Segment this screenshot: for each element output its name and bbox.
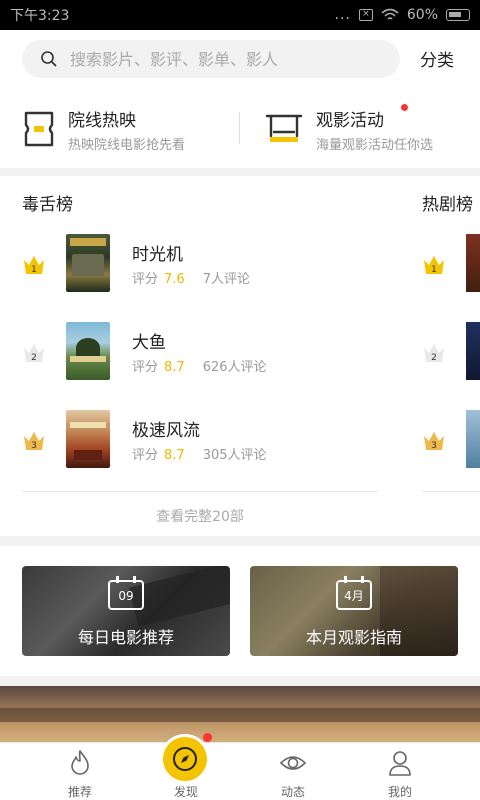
bronze-crown-icon: 3 [424,432,444,451]
tab-bar: 推荐 发现 动态 我的 [0,742,480,800]
ranking-divider [422,491,480,492]
rank-number: 2 [31,353,37,363]
search-input[interactable] [70,49,370,69]
calendar-icon: 4月 [336,576,372,610]
movie-title: 极速风流 [132,421,200,441]
silver-crown-icon: 2 [24,344,44,363]
wifi-icon [381,8,399,20]
movie-meta: 评分 8.7 626人评论 [132,356,267,375]
signal-dots-icon: ... [334,7,351,23]
tab-recommend-label: 推荐 [67,785,92,799]
eye-icon [279,756,307,770]
ranking-divider [22,491,378,492]
drama-poster[interactable] [466,322,480,380]
monthly-guide-label: 本月观影指南 [305,628,402,647]
review-count: 626人评论 [202,360,267,375]
no-sim-icon: × [358,9,373,21]
tab-mine-label: 我的 [387,785,412,799]
top-card: 分类 院线热映 热映院线电影抢先看 观影活动 海量观影活动任你选 [0,30,480,168]
search-box[interactable] [22,40,400,78]
silver-crown-icon: 2 [424,344,444,363]
ranking-row-1[interactable]: 1 时光机 评分 7.6 7人评论 [22,234,378,292]
rankings-card: 毒舌榜 热剧榜 1 时光机 评分 7.6 7人评论 2 大鱼 评分 8.7 626人评论… [0,176,480,536]
movie-title: 时光机 [132,245,183,265]
discover-badge-dot [203,733,212,742]
svg-text:3: 3 [431,441,437,451]
activity-badge-dot [401,104,408,111]
monthly-guide-card[interactable]: 4月 本月观影指南 [250,566,458,656]
compass-icon [173,747,197,771]
tab-feed-label: 动态 [280,785,305,799]
bronze-crown-icon: 3 [24,432,44,451]
screen-icon [265,114,303,142]
view-all-link[interactable]: 查看完整20部 [22,506,378,526]
movie-meta: 评分 7.6 7人评论 [132,268,250,287]
gold-crown-icon: 1 [424,256,444,275]
movie-poster[interactable] [66,410,110,468]
poison-tongue-ranking-title[interactable]: 毒舌榜 [22,190,73,215]
rank-number: 3 [31,441,37,451]
status-bar: 下午3:23 ... × 60% [0,0,480,30]
ticket-icon [24,111,54,147]
tab-recommend[interactable]: 推荐 [32,743,128,800]
calendar-icon: 09 [108,576,144,610]
cinema-hot-title: 院线热映 [68,110,136,131]
gold-crown-icon: 1 [24,256,44,275]
tab-discover-label: 发现 [173,785,198,799]
cinema-hot-entry[interactable]: 院线热映 热映院线电影抢先看 [22,104,185,154]
banner-image[interactable] [0,686,480,742]
drama-poster[interactable] [466,234,480,292]
ranking-row-2[interactable]: 2 大鱼 评分 8.7 626人评论 [22,322,378,380]
status-time: 下午3:23 [10,8,70,24]
user-icon [389,751,411,776]
tab-mine[interactable]: 我的 [352,743,448,800]
category-button[interactable]: 分类 [420,46,454,71]
score-label: 评分 [132,272,159,287]
hot-drama-ranking-title[interactable]: 热剧榜 [422,190,473,215]
svg-text:1: 1 [431,265,437,275]
rank-number: 1 [31,265,37,275]
entry-divider [239,112,240,144]
review-count: 305人评论 [202,448,267,463]
battery-icon [446,9,470,21]
score-label: 评分 [132,360,159,375]
movie-score: 7.6 [164,272,185,287]
cinema-hot-subtitle: 热映院线电影抢先看 [68,137,186,153]
movie-meta: 评分 8.7 305人评论 [132,444,267,463]
movie-score: 8.7 [164,360,185,375]
movie-poster[interactable] [66,322,110,380]
battery-percent: 60% [406,7,438,23]
movie-title: 大鱼 [132,333,166,353]
drama-poster[interactable] [466,410,480,468]
search-icon [41,51,57,67]
daily-recommend-label: 每日电影推荐 [77,628,174,647]
svg-text:2: 2 [431,353,437,363]
tab-feed[interactable]: 动态 [245,743,341,800]
discover-button[interactable] [160,734,210,784]
movie-poster[interactable] [66,234,110,292]
viewing-activity-title: 观影活动 [316,110,384,131]
daily-recommend-card[interactable]: 09 每日电影推荐 [22,566,230,656]
ranking-row-3[interactable]: 3 极速风流 评分 8.7 305人评论 [22,410,378,468]
viewing-activity-entry[interactable]: 观影活动 海量观影活动任你选 [264,104,433,154]
viewing-activity-subtitle: 海量观影活动任你选 [316,137,434,153]
movie-score: 8.7 [164,448,185,463]
score-label: 评分 [132,448,159,463]
flame-icon [71,750,89,775]
review-count: 7人评论 [202,272,250,287]
promo-section: 09 每日电影推荐 4月 本月观影指南 [0,546,480,676]
